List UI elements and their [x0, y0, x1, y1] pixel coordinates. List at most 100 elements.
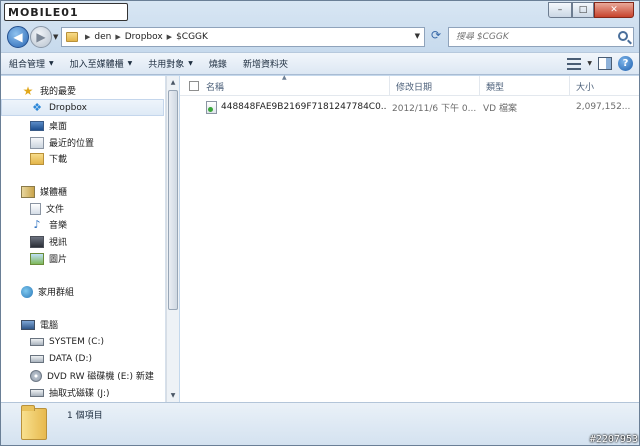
column-header-modified[interactable]: 修改日期 — [390, 76, 480, 96]
sidebar-item-label: 視訊 — [49, 238, 68, 248]
downloads-icon — [30, 152, 44, 165]
sidebar-item-dropbox[interactable]: ❖ Dropbox — [1, 99, 164, 116]
sidebar-item-label: DATA (D:) — [49, 353, 93, 364]
sidebar-item-favorites[interactable]: ★ 我的最愛 — [21, 82, 161, 99]
new-folder-label: 新增資料夾 — [242, 60, 288, 70]
select-all-checkbox[interactable] — [189, 81, 199, 91]
search-input[interactable] — [456, 32, 606, 42]
sidebar-item-label: 電腦 — [40, 321, 59, 331]
sidebar-item-drive-c[interactable]: SYSTEM (C:) — [1, 333, 164, 350]
burn-button[interactable]: 燒錄 — [201, 53, 235, 74]
share-with-menu[interactable]: 共用對象 ▼ — [140, 53, 201, 74]
column-header-type[interactable]: 類型 — [480, 76, 570, 96]
sidebar-item-label: 下載 — [49, 155, 68, 165]
sidebar-item-music[interactable]: ♪ 音樂 — [1, 216, 164, 233]
change-view-icon[interactable] — [567, 57, 582, 70]
breadcrumb-separator[interactable]: ▶ — [167, 33, 172, 41]
organize-menu[interactable]: 組合管理 ▼ — [1, 53, 62, 74]
documents-icon — [30, 202, 41, 215]
sidebar-item-drive-e[interactable]: DVD RW 磁碟機 (E:) 新建 — [1, 367, 164, 384]
sidebar-item-label: SYSTEM (C:) — [49, 336, 105, 347]
navigation-pane: ★ 我的最愛 ❖ Dropbox 桌面 最近的位置 下載 媒體櫃 文件 ♪ 音樂 視訊… — [1, 76, 166, 402]
drive-icon — [30, 354, 44, 363]
file-name-cell[interactable]: 448848FAE9B2169F7181247784C0... — [206, 98, 386, 116]
scroll-thumb[interactable] — [168, 90, 178, 310]
removable-drive-icon — [30, 388, 44, 397]
breadcrumb-den[interactable]: den — [94, 32, 111, 42]
minimize-button[interactable]: – — [548, 2, 572, 18]
sidebar-item-label: 家用群組 — [38, 288, 75, 298]
view-options-dropdown[interactable]: ▼ — [587, 60, 592, 67]
add-to-library-menu[interactable]: 加入至媒體櫃 ▼ — [62, 53, 141, 74]
pictures-icon — [30, 252, 44, 265]
file-modified-cell: 2012/11/6 下午 0... — [392, 103, 477, 114]
scroll-up-icon[interactable]: ▲ — [167, 76, 179, 89]
close-button[interactable]: ✕ — [594, 2, 634, 18]
chevron-down-icon: ▼ — [188, 60, 193, 67]
video-icon — [30, 235, 44, 248]
explorer-window: MOBILE01 – □ ✕ ◀ ▶ ▼ ▶ den ▶ Dropbox ▶ $… — [0, 0, 640, 446]
breadcrumb-separator[interactable]: ▶ — [85, 33, 90, 41]
sidebar-item-videos[interactable]: 視訊 — [1, 233, 164, 250]
recent-places-icon — [30, 136, 44, 149]
watermark-text: #2207953 — [589, 434, 638, 445]
details-pane: 1 個項目 — [1, 402, 639, 445]
sidebar-item-label: 抽取式磁碟 (J:) — [49, 389, 110, 399]
recent-pages-dropdown[interactable]: ▼ — [53, 33, 58, 41]
organize-label: 組合管理 — [9, 60, 46, 70]
sidebar-item-libraries[interactable]: 媒體櫃 — [1, 183, 164, 200]
sidebar-item-recent-places[interactable]: 最近的位置 — [1, 134, 164, 151]
sidebar-item-label: 音樂 — [49, 221, 68, 231]
site-logo: MOBILE01 — [4, 3, 128, 21]
file-size-cell: 2,097,152... — [576, 102, 631, 112]
sidebar-item-drive-j[interactable]: 抽取式磁碟 (J:) — [1, 384, 164, 401]
column-header-size[interactable]: 大小 — [570, 76, 639, 96]
star-icon: ★ — [22, 83, 34, 98]
breadcrumb-separator[interactable]: ▶ — [115, 33, 120, 41]
file-name: 448848FAE9B2169F7181247784C0... — [221, 102, 386, 112]
address-dropdown-icon[interactable]: ▼ — [415, 32, 420, 40]
sidebar-item-label: Dropbox — [49, 102, 87, 113]
preview-pane-icon[interactable] — [598, 57, 612, 70]
sidebar-item-desktop[interactable]: 桌面 — [1, 117, 164, 134]
search-box[interactable] — [448, 27, 634, 47]
file-row[interactable]: 448848FAE9B2169F7181247784C0... 2012/11/… — [180, 98, 639, 116]
computer-icon — [21, 319, 35, 330]
item-count: 1 個項目 — [67, 411, 103, 421]
refresh-icon[interactable]: ⟳ — [428, 28, 444, 46]
sidebar-item-label: 最近的位置 — [49, 139, 95, 149]
sidebar-item-homegroup[interactable]: 家用群組 — [1, 283, 164, 300]
column-header-name[interactable]: 名稱 — [200, 76, 390, 96]
sidebar-item-pictures[interactable]: 圖片 — [1, 250, 164, 267]
navigation-pane-scrollbar[interactable]: ▲ ▼ — [166, 76, 179, 402]
navigation-bar: ◀ ▶ ▼ ▶ den ▶ Dropbox ▶ $CGGK ▼ ⟳ — [1, 24, 639, 50]
sidebar-item-drive-d[interactable]: DATA (D:) — [1, 350, 164, 367]
sidebar-item-downloads[interactable]: 下載 — [1, 150, 164, 167]
breadcrumb-dropbox[interactable]: Dropbox — [125, 32, 163, 42]
back-button[interactable]: ◀ — [7, 26, 29, 48]
title-bar: MOBILE01 – □ ✕ — [1, 1, 639, 23]
share-with-label: 共用對象 — [148, 60, 185, 70]
search-icon[interactable] — [618, 31, 628, 41]
sidebar-item-computer[interactable]: 電腦 — [1, 316, 164, 333]
burn-label: 燒錄 — [208, 60, 227, 70]
drive-icon — [30, 337, 44, 346]
address-bar[interactable]: ▶ den ▶ Dropbox ▶ $CGGK ▼ — [61, 27, 425, 47]
help-icon[interactable]: ? — [618, 56, 633, 71]
sidebar-item-label: DVD RW 磁碟機 (E:) 新建 — [47, 372, 154, 382]
add-to-library-label: 加入至媒體櫃 — [69, 60, 124, 70]
file-list-pane: ▲ 名稱 修改日期 類型 大小 448848FAE9B2169F71812477… — [180, 74, 639, 402]
column-header-row: ▲ 名稱 修改日期 類型 大小 — [180, 74, 639, 96]
chevron-down-icon: ▼ — [49, 60, 54, 67]
breadcrumb-cggk[interactable]: $CGGK — [176, 32, 208, 42]
folder-icon — [21, 405, 47, 440]
dvd-drive-icon — [30, 369, 42, 382]
forward-button[interactable]: ▶ — [30, 26, 52, 48]
new-folder-button[interactable]: 新增資料夾 — [235, 53, 296, 74]
homegroup-icon — [21, 285, 33, 298]
scroll-down-icon[interactable]: ▼ — [167, 389, 179, 402]
maximize-button[interactable]: □ — [572, 2, 594, 18]
sidebar-item-documents[interactable]: 文件 — [1, 200, 164, 217]
toolbar-right-group: ▼ ? — [567, 56, 633, 71]
dropbox-icon: ❖ — [32, 100, 42, 114]
